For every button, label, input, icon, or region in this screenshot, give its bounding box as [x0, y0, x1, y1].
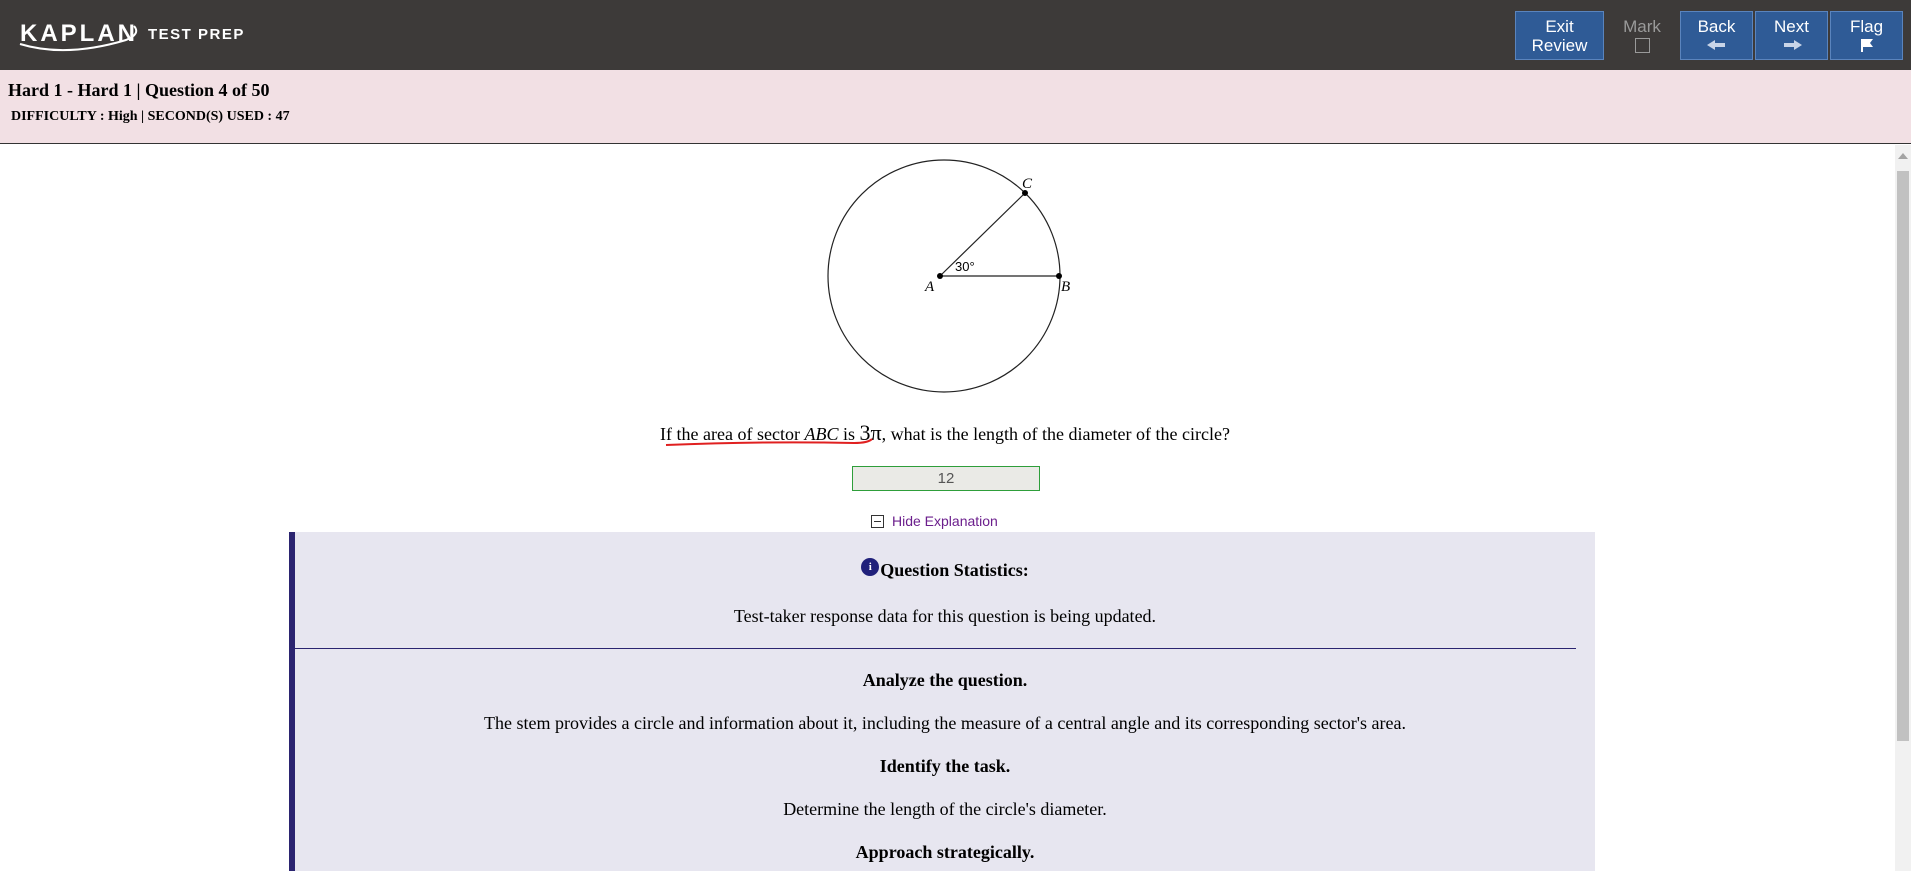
exit-label-line1: Exit — [1545, 16, 1574, 36]
next-label: Next — [1774, 17, 1809, 36]
logo-swoosh-icon — [19, 25, 138, 52]
collapse-icon[interactable] — [871, 514, 884, 528]
label-a: A — [924, 279, 935, 295]
stats-text: Test-taker response data for this questi… — [733, 606, 1157, 626]
hide-explanation-label[interactable]: Hide Explanation — [892, 513, 998, 529]
heading-identify: Identify the task. — [879, 756, 1011, 776]
stats-heading-text: Question Statistics: — [880, 560, 1029, 580]
stats-heading: i Question Statistics: — [295, 558, 1595, 581]
label-c: C — [1022, 176, 1033, 192]
next-arrow-icon — [1782, 36, 1802, 54]
spellcheck-underline — [665, 438, 873, 446]
logo-subtitle: TEST PREP — [148, 25, 245, 43]
text-analyze: The stem provides a circle and informati… — [484, 713, 1406, 733]
back-button[interactable]: Back — [1680, 11, 1753, 60]
flag-icon — [1860, 36, 1874, 54]
mark-button[interactable]: Mark — [1606, 11, 1678, 60]
question-stem: If the area of sector ABC is 3π, what is… — [0, 420, 1890, 446]
mark-checkbox[interactable] — [1634, 36, 1650, 54]
question-title: Hard 1 - Hard 1 | Question 4 of 50 — [8, 80, 270, 100]
info-icon: i — [861, 558, 880, 576]
label-b: B — [1061, 279, 1070, 295]
circle-figure: A B C 30° — [827, 159, 1070, 393]
question-meta: DIFFICULTY : High | SECOND(S) USED : 47 — [11, 109, 290, 124]
angle-label: 30° — [955, 259, 975, 274]
heading-analyze: Analyze the question. — [862, 670, 1028, 690]
point-a — [937, 273, 943, 279]
mark-label: Mark — [1623, 17, 1661, 36]
divider — [289, 648, 1576, 649]
answer-field[interactable]: 12 — [852, 466, 1040, 491]
toolbar-buttons: Exit Review Mark Back Next Flag — [1515, 11, 1905, 60]
text-identify: Determine the length of the circle's dia… — [783, 799, 1107, 819]
top-toolbar: KAPLAN TEST PREP Exit Review Mark Back N… — [0, 0, 1911, 70]
scrollbar-thumb[interactable] — [1897, 171, 1909, 741]
flag-button[interactable]: Flag — [1830, 11, 1903, 60]
question-text-3: , what is the length of the diameter of … — [881, 424, 1230, 444]
explanation-panel: i Question Statistics: Test-taker respons… — [289, 532, 1595, 871]
kaplan-logo: KAPLAN TEST PREP — [19, 14, 245, 54]
scroll-up-arrow-icon[interactable] — [1898, 153, 1908, 159]
scrollbar[interactable] — [1895, 145, 1911, 871]
back-arrow-icon — [1706, 36, 1727, 54]
question-info-bar: Hard 1 - Hard 1 | Question 4 of 50 DIFFI… — [0, 70, 1911, 144]
back-label: Back — [1697, 17, 1736, 36]
exit-label-line2: Review — [1531, 35, 1588, 55]
next-button[interactable]: Next — [1755, 11, 1828, 60]
exit-review-button[interactable]: Exit Review — [1515, 11, 1604, 60]
heading-approach: Approach strategically. — [855, 842, 1035, 862]
radius-ac — [939, 192, 1026, 277]
hide-explanation-toggle[interactable]: Hide Explanation — [871, 513, 998, 529]
flag-label: Flag — [1849, 17, 1884, 36]
checkbox-icon — [1634, 37, 1650, 53]
